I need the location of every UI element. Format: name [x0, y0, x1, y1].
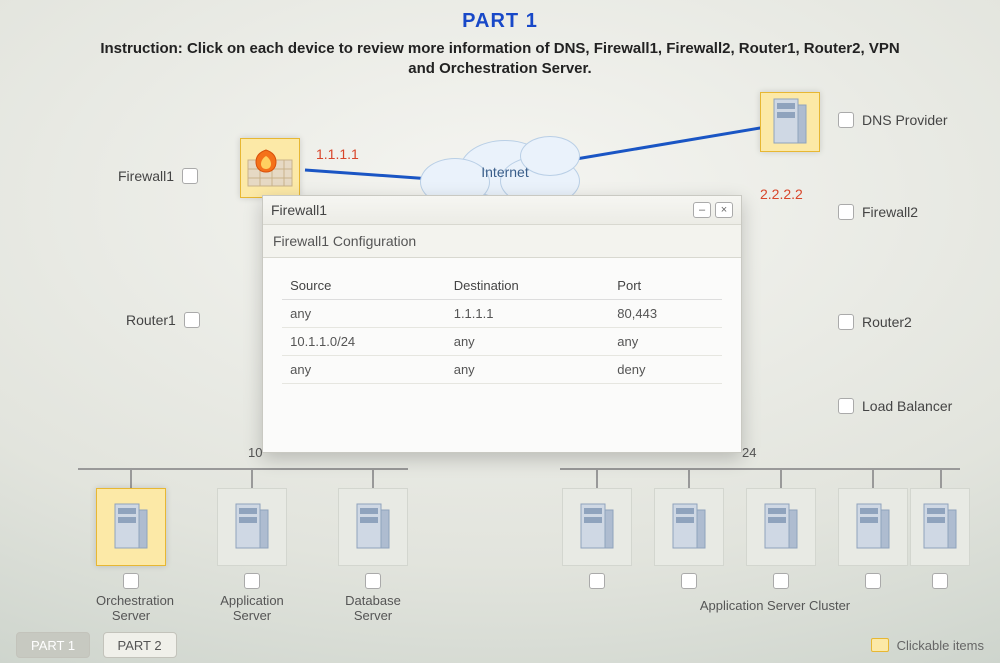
drop-7: [872, 468, 874, 490]
application-server-checkbox[interactable]: [244, 573, 260, 589]
server-icon: [351, 502, 395, 552]
cluster-server-2[interactable]: [654, 488, 724, 590]
drop-5: [688, 468, 690, 490]
cluster-label: Application Server Cluster: [640, 598, 910, 613]
dns-provider-device[interactable]: [760, 92, 820, 152]
cluster-server-4[interactable]: [838, 488, 908, 590]
router2-row[interactable]: Router2: [838, 314, 912, 330]
cell: deny: [609, 356, 722, 384]
database-server-label: Database Server: [338, 594, 408, 624]
firewall1-label: Firewall1: [118, 168, 174, 184]
cluster-server-5[interactable]: [910, 488, 970, 590]
cluster-server-1[interactable]: [562, 488, 632, 590]
router1-label: Router1: [126, 312, 176, 328]
drop-2: [251, 468, 253, 490]
cell: any: [446, 356, 610, 384]
dialog-title: Firewall1: [271, 202, 327, 218]
legend-swatch: [871, 638, 889, 652]
firewall2-checkbox[interactable]: [838, 204, 854, 220]
cell: any: [282, 300, 446, 328]
orchestration-server-device[interactable]: Orchestration Server: [96, 488, 166, 624]
router1-checkbox[interactable]: [184, 312, 200, 328]
cell: any: [609, 328, 722, 356]
router2-label: Router2: [862, 314, 912, 330]
application-server-label: Application Server: [217, 594, 287, 624]
cluster-server-3[interactable]: [746, 488, 816, 590]
table-row: any any deny: [282, 356, 722, 384]
subnet-left-fragment: 10: [248, 445, 262, 460]
firewall2-label: Firewall2: [862, 204, 918, 220]
server-icon: [667, 502, 711, 552]
tab-part2[interactable]: PART 2: [103, 632, 177, 658]
server-icon: [109, 502, 153, 552]
cell: 80,443: [609, 300, 722, 328]
minimize-button[interactable]: –: [693, 202, 711, 218]
cell: any: [282, 356, 446, 384]
server-icon: [851, 502, 895, 552]
orchestration-label: Orchestration Server: [96, 594, 166, 624]
firewall1-ip: 1.1.1.1: [316, 146, 359, 162]
firewall1-checkbox[interactable]: [182, 168, 198, 184]
firewall-rules-table: Source Destination Port any 1.1.1.1 80,4…: [282, 272, 722, 384]
instruction-text: Instruction: Click on each device to rev…: [90, 39, 910, 80]
table-row: 10.1.1.0/24 any any: [282, 328, 722, 356]
firewall1-device[interactable]: [240, 138, 300, 198]
orchestration-checkbox[interactable]: [123, 573, 139, 589]
close-button[interactable]: ×: [715, 202, 733, 218]
database-server-checkbox[interactable]: [365, 573, 381, 589]
firewall2-row[interactable]: Firewall2: [838, 204, 918, 220]
dns-provider-label: DNS Provider: [862, 112, 948, 128]
cluster-2-checkbox[interactable]: [681, 573, 697, 589]
drop-6: [780, 468, 782, 490]
internet-label: Internet: [420, 164, 590, 180]
legend-label: Clickable items: [897, 638, 984, 653]
server-icon: [768, 97, 812, 147]
cluster-4-checkbox[interactable]: [865, 573, 881, 589]
dialog-subtitle: Firewall1 Configuration: [263, 225, 741, 258]
dns-provider-checkbox[interactable]: [838, 112, 854, 128]
router1-row[interactable]: Router1: [126, 312, 200, 328]
database-server-device[interactable]: Database Server: [338, 488, 408, 624]
page-title: PART 1: [0, 0, 1000, 33]
firewall1-row[interactable]: Firewall1: [118, 168, 198, 184]
drop-1: [130, 468, 132, 490]
server-icon: [759, 502, 803, 552]
server-icon: [918, 502, 962, 552]
drop-3: [372, 468, 374, 490]
tab-part1[interactable]: PART 1: [16, 632, 90, 658]
server-icon: [230, 502, 274, 552]
bottom-bar: PART 1 PART 2 Clickable items: [0, 627, 1000, 663]
bus-left: [78, 468, 408, 470]
load-balancer-row[interactable]: Load Balancer: [838, 398, 952, 414]
firewall2-ip: 2.2.2.2: [760, 186, 803, 202]
router2-checkbox[interactable]: [838, 314, 854, 330]
server-icon: [575, 502, 619, 552]
load-balancer-checkbox[interactable]: [838, 398, 854, 414]
col-source: Source: [282, 272, 446, 300]
dns-provider-row[interactable]: DNS Provider: [838, 112, 948, 128]
col-port: Port: [609, 272, 722, 300]
cluster-5-checkbox[interactable]: [932, 573, 948, 589]
cell: 1.1.1.1: [446, 300, 610, 328]
col-destination: Destination: [446, 272, 610, 300]
cluster-3-checkbox[interactable]: [773, 573, 789, 589]
firewall-icon: [246, 148, 294, 188]
load-balancer-label: Load Balancer: [862, 398, 952, 414]
table-row: any 1.1.1.1 80,443: [282, 300, 722, 328]
cluster-1-checkbox[interactable]: [589, 573, 605, 589]
cell: 10.1.1.0/24: [282, 328, 446, 356]
drop-4: [596, 468, 598, 490]
legend-clickable: Clickable items: [871, 638, 984, 653]
firewall1-config-dialog[interactable]: Firewall1 – × Firewall1 Configuration So…: [262, 195, 742, 453]
subnet-right-fragment: 24: [742, 445, 756, 460]
bus-right: [560, 468, 960, 470]
cell: any: [446, 328, 610, 356]
drop-8: [940, 468, 942, 490]
application-server-device[interactable]: Application Server: [217, 488, 287, 624]
